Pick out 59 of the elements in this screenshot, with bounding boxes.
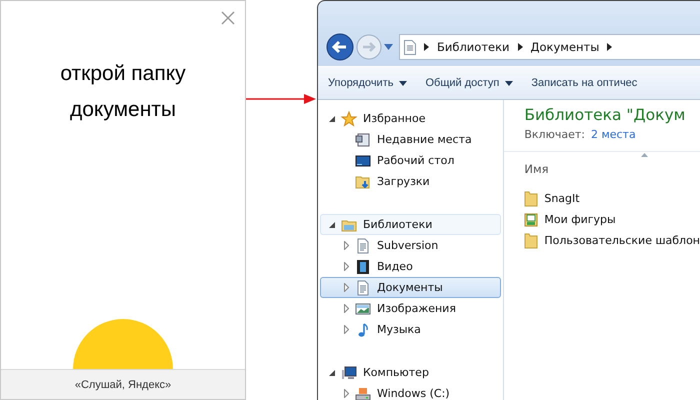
toolbar-button[interactable]: Записать на оптичес bbox=[531, 77, 638, 89]
tree-item[interactable]: Рабочий стол bbox=[320, 150, 502, 171]
doc-icon bbox=[355, 280, 371, 296]
tree-item[interactable]: Недавние места bbox=[320, 129, 502, 150]
toolbar-button[interactable]: Общий доступ bbox=[425, 77, 514, 89]
tree-item[interactable]: Изображения bbox=[320, 298, 502, 319]
back-icon[interactable] bbox=[326, 33, 354, 61]
shapes-file-icon bbox=[524, 212, 538, 228]
chevron-icon[interactable] bbox=[518, 43, 523, 51]
breadcrumb[interactable]: Библиотеки bbox=[437, 40, 510, 54]
computer-icon bbox=[341, 364, 357, 380]
file-item[interactable]: Мои фигуры bbox=[524, 209, 700, 230]
tree-item[interactable]: Видео bbox=[320, 256, 502, 277]
locations-link[interactable]: 2 места bbox=[590, 128, 636, 141]
pictures-icon bbox=[355, 300, 371, 316]
toolbar-button[interactable]: Упорядочить bbox=[328, 77, 408, 89]
column-header[interactable]: Имя bbox=[504, 151, 700, 178]
spoken-command-text: открой папку bbox=[60, 61, 186, 87]
caret-icon bbox=[399, 80, 408, 86]
drive-icon bbox=[355, 386, 371, 400]
collapsed-icon bbox=[344, 325, 348, 334]
spoken-command-text: документы bbox=[70, 97, 176, 123]
library-title: Библиотека "Докум bbox=[524, 106, 686, 124]
expanded-icon bbox=[329, 222, 335, 228]
close-icon[interactable] bbox=[221, 11, 235, 25]
tree-item[interactable]: Загрузки bbox=[320, 171, 502, 192]
sort-icon bbox=[641, 153, 648, 157]
tree-item[interactable]: Subversion bbox=[320, 235, 502, 256]
arrow-icon bbox=[246, 94, 316, 104]
file-item[interactable]: SnagIt bbox=[524, 188, 700, 209]
collapsed-icon bbox=[344, 304, 348, 313]
doc-icon bbox=[355, 238, 371, 254]
collapsed-icon bbox=[344, 262, 348, 271]
collapsed-icon bbox=[344, 241, 348, 250]
tree-item[interactable]: Избранное bbox=[320, 108, 502, 129]
tree-item[interactable]: Музыка bbox=[320, 319, 502, 340]
tree-item[interactable]: Windows (C:) bbox=[320, 383, 502, 400]
chevron-icon[interactable] bbox=[607, 43, 612, 51]
tree-item[interactable]: Документы bbox=[320, 277, 502, 298]
wake-phrase-text: «Слушай, Яндекс» bbox=[74, 378, 172, 390]
collapsed-icon bbox=[344, 283, 348, 292]
expanded-icon bbox=[329, 370, 335, 376]
caret-icon bbox=[505, 80, 514, 86]
address-bar[interactable]: Библиотеки Документы bbox=[399, 34, 700, 60]
chevron-icon[interactable] bbox=[424, 43, 429, 51]
folder-icon bbox=[524, 232, 538, 248]
video-icon bbox=[355, 258, 371, 274]
star-icon bbox=[341, 110, 357, 126]
tree-item[interactable]: Компьютер bbox=[320, 362, 502, 383]
breadcrumb[interactable]: Документы bbox=[530, 40, 600, 54]
caret-icon[interactable] bbox=[384, 44, 393, 50]
folder-icon bbox=[524, 190, 538, 206]
expanded-icon bbox=[329, 116, 335, 122]
downloads-icon bbox=[355, 174, 371, 190]
includes-label: Включает: bbox=[524, 128, 585, 141]
tree-item[interactable]: Библиотеки bbox=[320, 214, 502, 235]
document-icon bbox=[404, 40, 416, 54]
desktop-icon bbox=[355, 152, 371, 168]
file-item[interactable]: Пользовательские шаблон bbox=[524, 230, 700, 251]
